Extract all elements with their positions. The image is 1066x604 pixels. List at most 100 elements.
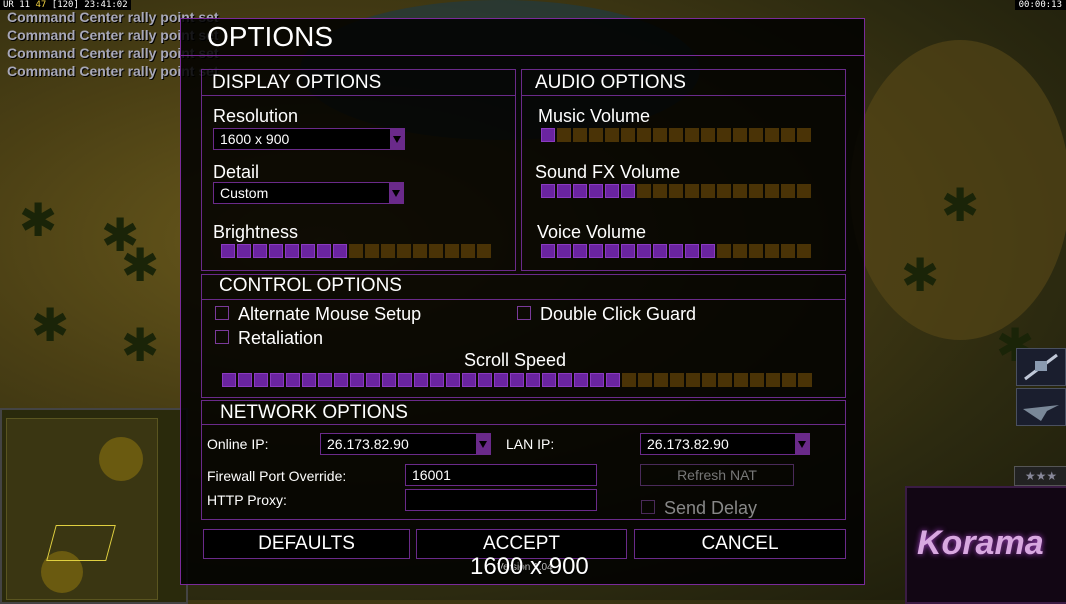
level-segment-empty[interactable] xyxy=(573,128,587,142)
level-segment-empty[interactable] xyxy=(701,128,715,142)
level-segment-filled[interactable] xyxy=(269,244,283,258)
level-segment-filled[interactable] xyxy=(589,244,603,258)
level-segment-empty[interactable] xyxy=(717,244,731,258)
level-segment-empty[interactable] xyxy=(765,128,779,142)
level-segment-filled[interactable] xyxy=(653,244,667,258)
level-segment-filled[interactable] xyxy=(621,244,635,258)
level-segment-filled[interactable] xyxy=(285,244,299,258)
level-segment-empty[interactable] xyxy=(734,373,748,387)
level-segment-filled[interactable] xyxy=(494,373,508,387)
level-segment-empty[interactable] xyxy=(669,184,683,198)
level-segment-empty[interactable] xyxy=(365,244,379,258)
level-segment-filled[interactable] xyxy=(685,244,699,258)
level-segment-filled[interactable] xyxy=(238,373,252,387)
level-segment-empty[interactable] xyxy=(781,128,795,142)
refresh-nat-button[interactable]: Refresh NAT xyxy=(640,464,794,486)
level-segment-filled[interactable] xyxy=(333,244,347,258)
level-segment-filled[interactable] xyxy=(302,373,316,387)
cancel-button[interactable]: CANCEL xyxy=(634,529,846,559)
alternate-mouse-checkbox[interactable] xyxy=(215,306,229,320)
level-segment-empty[interactable] xyxy=(733,128,747,142)
level-segment-empty[interactable] xyxy=(413,244,427,258)
voice-volume-slider[interactable] xyxy=(541,244,811,258)
level-segment-filled[interactable] xyxy=(221,244,235,258)
level-segment-empty[interactable] xyxy=(557,128,571,142)
level-segment-empty[interactable] xyxy=(589,128,603,142)
level-segment-filled[interactable] xyxy=(462,373,476,387)
level-segment-empty[interactable] xyxy=(749,184,763,198)
level-segment-filled[interactable] xyxy=(637,244,651,258)
level-segment-empty[interactable] xyxy=(653,128,667,142)
level-segment-empty[interactable] xyxy=(717,184,731,198)
level-segment-empty[interactable] xyxy=(718,373,732,387)
level-segment-filled[interactable] xyxy=(621,184,635,198)
level-segment-empty[interactable] xyxy=(670,373,684,387)
level-segment-empty[interactable] xyxy=(797,184,811,198)
level-segment-empty[interactable] xyxy=(798,373,812,387)
level-segment-empty[interactable] xyxy=(621,128,635,142)
level-segment-filled[interactable] xyxy=(558,373,572,387)
firewall-port-input[interactable]: 16001 xyxy=(405,464,597,486)
level-segment-empty[interactable] xyxy=(445,244,459,258)
sound-fx-volume-slider[interactable] xyxy=(541,184,811,198)
level-segment-empty[interactable] xyxy=(638,373,652,387)
brightness-slider[interactable] xyxy=(221,244,491,258)
level-segment-filled[interactable] xyxy=(541,128,555,142)
level-segment-empty[interactable] xyxy=(733,244,747,258)
level-segment-empty[interactable] xyxy=(749,128,763,142)
level-segment-filled[interactable] xyxy=(557,184,571,198)
level-segment-empty[interactable] xyxy=(685,128,699,142)
level-segment-filled[interactable] xyxy=(542,373,556,387)
level-segment-filled[interactable] xyxy=(541,244,555,258)
send-delay-checkbox[interactable] xyxy=(641,500,655,514)
level-segment-filled[interactable] xyxy=(253,244,267,258)
level-segment-filled[interactable] xyxy=(541,184,555,198)
level-segment-filled[interactable] xyxy=(590,373,604,387)
level-segment-filled[interactable] xyxy=(589,184,603,198)
level-segment-empty[interactable] xyxy=(622,373,636,387)
level-segment-filled[interactable] xyxy=(382,373,396,387)
minimap-viewport[interactable] xyxy=(46,525,116,561)
level-segment-empty[interactable] xyxy=(781,184,795,198)
level-segment-empty[interactable] xyxy=(397,244,411,258)
level-segment-empty[interactable] xyxy=(477,244,491,258)
level-segment-empty[interactable] xyxy=(702,373,716,387)
double-click-guard-checkbox[interactable] xyxy=(517,306,531,320)
chevron-down-icon[interactable] xyxy=(795,434,809,454)
aircraft-button[interactable] xyxy=(1016,388,1066,426)
level-segment-empty[interactable] xyxy=(797,244,811,258)
defaults-button[interactable]: DEFAULTS xyxy=(203,529,410,559)
resolution-select[interactable]: 1600 x 900 xyxy=(213,128,405,150)
level-segment-empty[interactable] xyxy=(653,184,667,198)
level-segment-filled[interactable] xyxy=(573,244,587,258)
level-segment-empty[interactable] xyxy=(381,244,395,258)
level-segment-filled[interactable] xyxy=(669,244,683,258)
level-segment-filled[interactable] xyxy=(573,184,587,198)
level-segment-empty[interactable] xyxy=(797,128,811,142)
level-segment-empty[interactable] xyxy=(717,128,731,142)
level-segment-empty[interactable] xyxy=(686,373,700,387)
detail-select[interactable]: Custom xyxy=(213,182,404,204)
level-segment-empty[interactable] xyxy=(461,244,475,258)
level-segment-filled[interactable] xyxy=(270,373,284,387)
level-segment-filled[interactable] xyxy=(430,373,444,387)
level-segment-filled[interactable] xyxy=(701,244,715,258)
level-segment-empty[interactable] xyxy=(750,373,764,387)
level-segment-filled[interactable] xyxy=(222,373,236,387)
level-segment-filled[interactable] xyxy=(557,244,571,258)
level-segment-filled[interactable] xyxy=(317,244,331,258)
level-segment-empty[interactable] xyxy=(637,184,651,198)
level-segment-empty[interactable] xyxy=(349,244,363,258)
level-segment-filled[interactable] xyxy=(510,373,524,387)
level-segment-empty[interactable] xyxy=(749,244,763,258)
level-segment-filled[interactable] xyxy=(605,244,619,258)
level-segment-filled[interactable] xyxy=(606,373,620,387)
level-segment-empty[interactable] xyxy=(782,373,796,387)
level-segment-empty[interactable] xyxy=(733,184,747,198)
satellite-button[interactable] xyxy=(1016,348,1066,386)
level-segment-filled[interactable] xyxy=(414,373,428,387)
level-segment-filled[interactable] xyxy=(398,373,412,387)
level-segment-filled[interactable] xyxy=(478,373,492,387)
level-segment-empty[interactable] xyxy=(765,184,779,198)
music-volume-slider[interactable] xyxy=(541,128,811,142)
